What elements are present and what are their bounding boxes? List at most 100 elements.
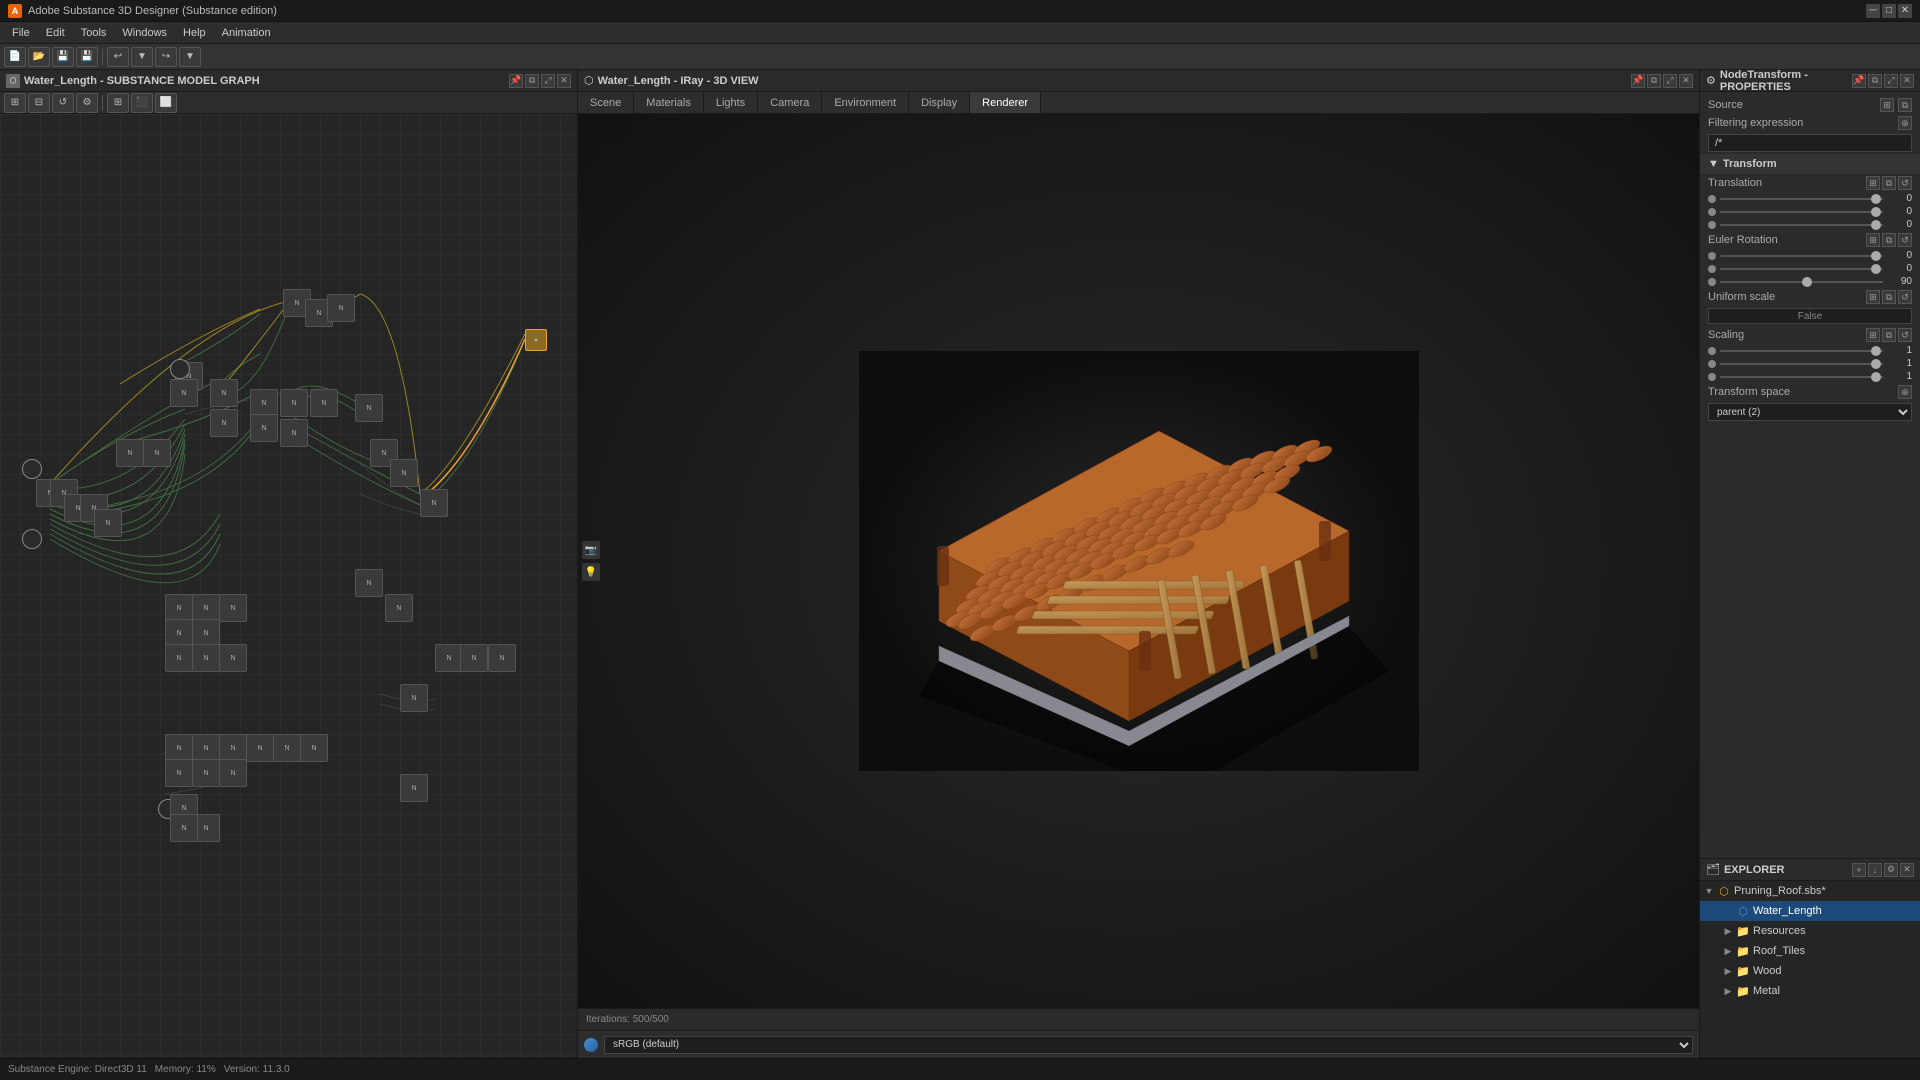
explorer-settings-icon[interactable]: ⚙ bbox=[1884, 863, 1898, 877]
graph-node[interactable]: N bbox=[143, 439, 171, 467]
graph-node[interactable]: N bbox=[116, 439, 144, 467]
transform-space-select[interactable]: parent (2) bbox=[1708, 403, 1912, 421]
scaling-icon-2[interactable]: ⧉ bbox=[1882, 328, 1896, 342]
explorer-item-roof-tiles[interactable]: ▶ 📁 Roof_Tiles bbox=[1700, 941, 1920, 961]
slider-thumb[interactable] bbox=[1871, 372, 1881, 382]
graph-node[interactable]: N bbox=[310, 389, 338, 417]
float-view-icon[interactable]: ⧉ bbox=[1647, 74, 1661, 88]
euler-icon-2[interactable]: ⧉ bbox=[1882, 233, 1896, 247]
slider-thumb[interactable] bbox=[1871, 359, 1881, 369]
menu-edit[interactable]: Edit bbox=[38, 22, 73, 43]
euler-icon-1[interactable]: ⊞ bbox=[1866, 233, 1880, 247]
view3d-canvas[interactable]: 📷 💡 bbox=[578, 114, 1699, 1008]
uniform-icon-1[interactable]: ⊞ bbox=[1866, 290, 1880, 304]
tab-environment[interactable]: Environment bbox=[822, 92, 909, 113]
source-icon-1[interactable]: ⊞ bbox=[1880, 98, 1894, 112]
tab-renderer[interactable]: Renderer bbox=[970, 92, 1041, 113]
graph-node[interactable]: N bbox=[300, 734, 328, 762]
ng-tool-6[interactable]: ⬛ bbox=[131, 93, 153, 113]
ng-tool-7[interactable]: ⬜ bbox=[155, 93, 177, 113]
slider-track[interactable] bbox=[1720, 255, 1883, 257]
tab-display[interactable]: Display bbox=[909, 92, 970, 113]
translation-icon-3[interactable]: ↺ bbox=[1898, 176, 1912, 190]
float-icon[interactable]: ⧉ bbox=[525, 74, 539, 88]
graph-node[interactable]: N bbox=[400, 774, 428, 802]
pin-icon[interactable]: 📌 bbox=[509, 74, 523, 88]
graph-node[interactable]: N bbox=[192, 594, 220, 622]
save-all-button[interactable]: 💾 bbox=[76, 47, 98, 67]
tree-collapse-arrow[interactable]: ▶ bbox=[1723, 986, 1733, 996]
transform-space-expand[interactable]: ⊕ bbox=[1898, 385, 1912, 399]
close-panel-icon[interactable]: ✕ bbox=[557, 74, 571, 88]
slider-track[interactable] bbox=[1720, 350, 1883, 352]
slider-thumb[interactable] bbox=[1871, 220, 1881, 230]
ng-tool-3[interactable]: ↺ bbox=[52, 93, 74, 113]
camera-icon[interactable]: 📷 bbox=[582, 541, 600, 559]
close-props-icon[interactable]: ✕ bbox=[1900, 74, 1914, 88]
graph-node[interactable]: N bbox=[250, 414, 278, 442]
graph-node[interactable]: N bbox=[355, 569, 383, 597]
explorer-new-icon[interactable]: + bbox=[1852, 863, 1866, 877]
graph-node[interactable]: N bbox=[385, 594, 413, 622]
uniform-icon-2[interactable]: ⧉ bbox=[1882, 290, 1896, 304]
tree-collapse-arrow[interactable]: ▶ bbox=[1723, 926, 1733, 936]
slider-thumb[interactable] bbox=[1871, 207, 1881, 217]
explorer-item-metal[interactable]: ▶ 📁 Metal bbox=[1700, 981, 1920, 1001]
node-graph-canvas[interactable]: N N N N N N N N N N N N N N N N N N N bbox=[0, 114, 577, 1058]
slider-thumb[interactable] bbox=[1871, 251, 1881, 261]
explorer-import-icon[interactable]: ↓ bbox=[1868, 863, 1882, 877]
circle-node-1[interactable] bbox=[22, 459, 42, 479]
graph-node[interactable]: N bbox=[355, 394, 383, 422]
graph-node[interactable]: N bbox=[210, 409, 238, 437]
graph-node[interactable]: N bbox=[280, 419, 308, 447]
tab-scene[interactable]: Scene bbox=[578, 92, 634, 113]
graph-node[interactable]: N bbox=[170, 814, 198, 842]
transform-section[interactable]: ▼ Transform bbox=[1700, 154, 1920, 174]
slider-track[interactable] bbox=[1720, 363, 1883, 365]
explorer-item-resources[interactable]: ▶ 📁 Resources bbox=[1700, 921, 1920, 941]
undo-dropdown[interactable]: ▼ bbox=[131, 47, 153, 67]
menu-help[interactable]: Help bbox=[175, 22, 214, 43]
tab-camera[interactable]: Camera bbox=[758, 92, 822, 113]
graph-node[interactable]: N bbox=[246, 734, 274, 762]
restore-button[interactable]: □ bbox=[1882, 4, 1896, 18]
slider-thumb[interactable] bbox=[1871, 194, 1881, 204]
new-button[interactable]: 📄 bbox=[4, 47, 26, 67]
slider-track[interactable] bbox=[1720, 281, 1883, 283]
graph-node[interactable]: N bbox=[435, 644, 463, 672]
scaling-icon-1[interactable]: ⊞ bbox=[1866, 328, 1880, 342]
scaling-icon-3[interactable]: ↺ bbox=[1898, 328, 1912, 342]
graph-node[interactable]: N bbox=[327, 294, 355, 322]
slider-track[interactable] bbox=[1720, 224, 1883, 226]
graph-node[interactable]: N bbox=[390, 459, 418, 487]
tree-expand-arrow[interactable]: ▼ bbox=[1704, 886, 1714, 896]
color-profile-select[interactable]: sRGB (default) bbox=[604, 1036, 1693, 1054]
filtering-input[interactable] bbox=[1708, 134, 1912, 152]
graph-node[interactable]: N bbox=[165, 619, 193, 647]
graph-node[interactable]: N bbox=[94, 509, 122, 537]
light-icon[interactable]: 💡 bbox=[582, 563, 600, 581]
graph-node[interactable]: N bbox=[219, 759, 247, 787]
slider-track[interactable] bbox=[1720, 376, 1883, 378]
expand-view-icon[interactable]: ⤢ bbox=[1663, 74, 1677, 88]
ng-tool-5[interactable]: ⊞ bbox=[107, 93, 129, 113]
euler-icon-3[interactable]: ↺ bbox=[1898, 233, 1912, 247]
slider-thumb[interactable] bbox=[1871, 264, 1881, 274]
minimize-button[interactable]: ─ bbox=[1866, 4, 1880, 18]
circle-node-3[interactable] bbox=[170, 359, 190, 379]
graph-node[interactable]: N bbox=[192, 619, 220, 647]
pin-view-icon[interactable]: 📌 bbox=[1631, 74, 1645, 88]
explorer-item-pruning-roof[interactable]: ▼ ⬡ Pruning_Roof.sbs* bbox=[1700, 881, 1920, 901]
graph-node[interactable]: N bbox=[165, 759, 193, 787]
graph-node[interactable]: N bbox=[165, 734, 193, 762]
slider-thumb[interactable] bbox=[1802, 277, 1812, 287]
graph-node[interactable]: N bbox=[219, 594, 247, 622]
tab-materials[interactable]: Materials bbox=[634, 92, 704, 113]
graph-node[interactable]: N bbox=[192, 734, 220, 762]
tree-collapse-arrow[interactable]: ▶ bbox=[1723, 946, 1733, 956]
slider-track[interactable] bbox=[1720, 211, 1883, 213]
ng-tool-2[interactable]: ⊟ bbox=[28, 93, 50, 113]
undo-button[interactable]: ↩ bbox=[107, 47, 129, 67]
translation-icon-1[interactable]: ⊞ bbox=[1866, 176, 1880, 190]
graph-node[interactable]: N bbox=[165, 644, 193, 672]
